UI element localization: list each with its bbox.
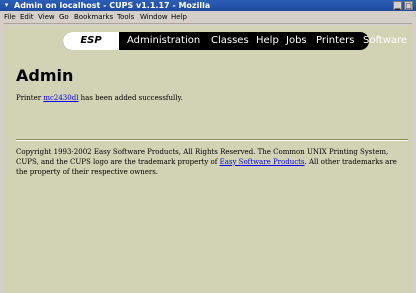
page-title: Admin [16, 66, 74, 85]
menu-file[interactable]: File [4, 11, 16, 23]
esp-logo[interactable]: ESP [63, 32, 119, 50]
menu-go[interactable]: Go [59, 11, 69, 23]
nav-printers[interactable]: Printers [316, 32, 354, 50]
window-right-border [412, 23, 416, 293]
title-bar[interactable]: ▾ Admin on localhost - CUPS v1.1.17 - Mo… [0, 0, 416, 11]
menu-window[interactable]: Window [140, 11, 168, 23]
maximize-button[interactable]: □ [404, 1, 413, 10]
minimize-button[interactable]: ▁ [393, 1, 402, 10]
divider [16, 139, 408, 141]
menu-tools[interactable]: Tools [117, 11, 134, 23]
nav-classes[interactable]: Classes [211, 32, 249, 50]
cups-nav-bar: ESP Administration Classes Help Jobs Pri… [63, 32, 407, 50]
menu-view[interactable]: View [38, 11, 55, 23]
browser-window: ▾ Admin on localhost - CUPS v1.1.17 - Mo… [0, 0, 416, 293]
window-title: Admin on localhost - CUPS v1.1.17 - Mozi… [14, 1, 211, 10]
window-menu-icon[interactable]: ▾ [2, 1, 11, 10]
nav-administration[interactable]: Administration [127, 32, 200, 50]
menu-help[interactable]: Help [171, 11, 187, 23]
status-text-prefix: Printer [16, 94, 44, 102]
menu-bar: File Edit View Go Bookmarks Tools Window… [0, 11, 416, 24]
menu-edit[interactable]: Edit [20, 11, 34, 23]
nav-software[interactable]: Software [363, 32, 407, 50]
nav-jobs[interactable]: Jobs [286, 32, 307, 50]
copyright-notice: Copyright 1993-2002 Easy Software Produc… [16, 147, 408, 177]
easy-software-products-link[interactable]: Easy Software Products [220, 158, 305, 166]
menu-bookmarks[interactable]: Bookmarks [74, 11, 113, 23]
page-content: ESP Administration Classes Help Jobs Pri… [4, 26, 412, 293]
nav-help[interactable]: Help [256, 32, 279, 50]
status-message: Printer mc2430dl has been added successf… [16, 94, 183, 102]
status-text-suffix: has been added successfully. [78, 94, 183, 102]
printer-link[interactable]: mc2430dl [43, 94, 78, 102]
